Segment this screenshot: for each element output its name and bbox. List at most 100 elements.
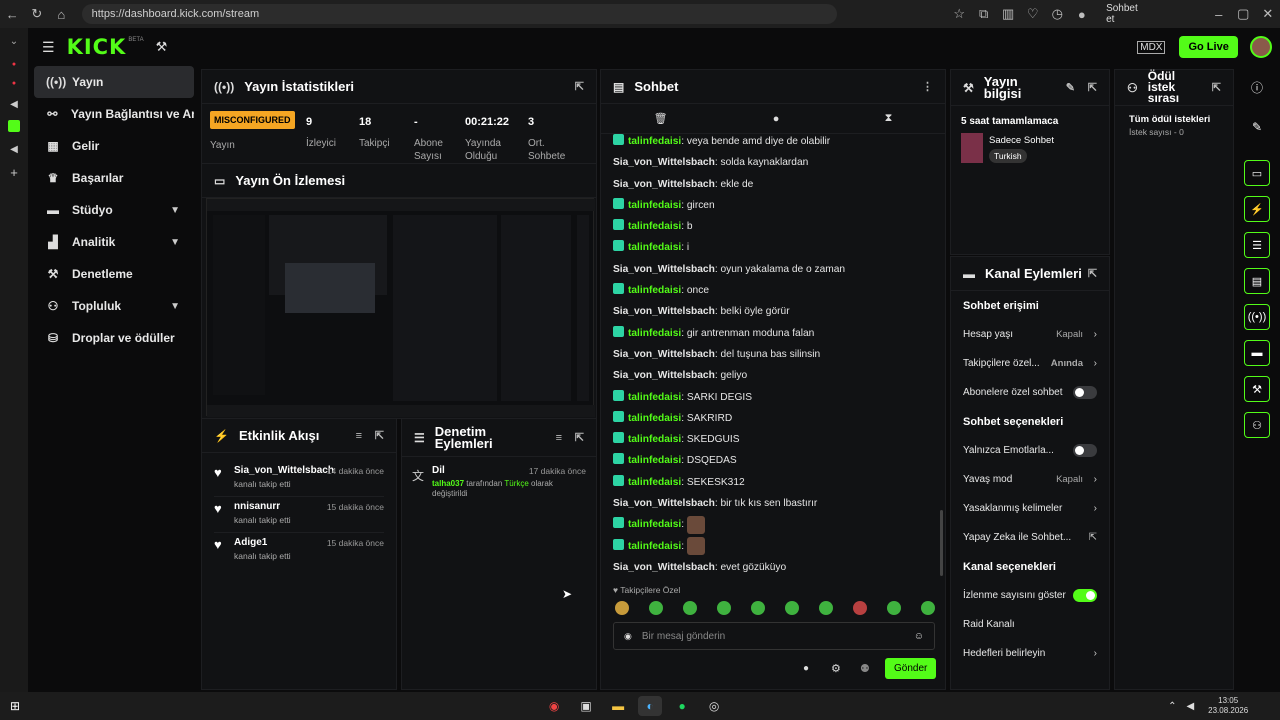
favorites-icon[interactable]: ♡ xyxy=(1020,6,1045,22)
emote[interactable] xyxy=(887,601,901,615)
chat-username[interactable]: Sia_von_Wittelsbach xyxy=(613,306,715,317)
activity-user[interactable]: Adige1 xyxy=(234,537,267,548)
chat-username[interactable]: talinfedaisi xyxy=(628,328,681,339)
chat-input[interactable]: ◉ Bir mesaj gönderin ☺ xyxy=(613,622,935,650)
sidebar-item-denetleme[interactable]: ⚒ Denetleme xyxy=(34,258,194,290)
emoji-icon[interactable]: ☺ xyxy=(914,631,924,642)
chat-username[interactable]: Sia_von_Wittelsbach xyxy=(613,157,715,168)
popout-icon[interactable]: ⇱ xyxy=(575,431,584,444)
chat-username[interactable]: Sia_von_Wittelsbach xyxy=(613,179,715,190)
emotes-only-toggle[interactable] xyxy=(1073,444,1097,457)
chat-username[interactable]: Sia_von_Wittelsbach xyxy=(613,498,715,509)
bot-icon[interactable]: ⚉ xyxy=(860,662,870,675)
speaker-icon[interactable]: ◀ xyxy=(1186,701,1194,712)
chat-username[interactable]: Sia_von_Wittelsbach xyxy=(613,562,715,573)
trash-icon[interactable]: 🗑 xyxy=(654,112,668,125)
show-viewers-toggle[interactable] xyxy=(1073,589,1097,602)
followers-only-setting[interactable]: Takipçilere özel... Anında › xyxy=(951,349,1109,378)
chat-widget-button[interactable]: ▤ xyxy=(1244,268,1270,294)
reload-icon[interactable]: ↻ xyxy=(25,6,50,22)
banned-words-setting[interactable]: Yasaklanmış kelimeler › xyxy=(951,494,1109,523)
goals-setting[interactable]: Hedefleri belirleyin › xyxy=(951,639,1109,668)
address-bar[interactable]: https://dashboard.kick.com/stream xyxy=(81,4,837,24)
chrome-icon[interactable]: ◉ xyxy=(542,696,566,716)
home-icon[interactable]: ⌂ xyxy=(49,7,74,22)
chat-username[interactable]: talinfedaisi xyxy=(628,221,681,232)
ai-chat-setting[interactable]: Yapay Zeka ile Sohbet... ⇱ xyxy=(951,523,1109,552)
history-icon[interactable]: ◷ xyxy=(1045,6,1070,22)
kick-tab-icon[interactable] xyxy=(8,120,20,132)
back-icon[interactable]: ← xyxy=(0,7,25,22)
copilot-button[interactable]: Sohbet et xyxy=(1106,3,1146,25)
popout-icon[interactable]: ⇱ xyxy=(1212,81,1221,94)
send-button[interactable]: Gönder xyxy=(885,658,937,679)
emote[interactable] xyxy=(615,601,629,615)
minimize-icon[interactable]: – xyxy=(1206,7,1231,22)
obs-icon[interactable]: ◎ xyxy=(702,696,726,716)
emote[interactable] xyxy=(717,601,731,615)
speaker-icon[interactable]: ◀ xyxy=(0,144,28,155)
clock[interactable]: 13:05 23.08.2026 xyxy=(1208,696,1248,716)
channel-widget-button[interactable]: ▬ xyxy=(1244,340,1270,366)
emote[interactable] xyxy=(921,601,935,615)
popout-icon[interactable]: ⇱ xyxy=(1088,81,1097,94)
settings-icon[interactable]: ⚙ xyxy=(831,662,841,675)
sidebar-item-yayin[interactable]: ((•)) Yayın xyxy=(34,66,194,98)
chat-username[interactable]: Sia_von_Wittelsbach xyxy=(613,349,715,360)
split-icon[interactable]: ▥ xyxy=(996,6,1021,22)
spotify-icon[interactable]: ● xyxy=(670,696,694,716)
rewards-widget-button[interactable]: ⚇ xyxy=(1244,412,1270,438)
chevron-up-icon[interactable]: ⌃ xyxy=(1168,701,1176,712)
hourglass-icon[interactable]: ⧗ xyxy=(885,112,893,125)
add-tab-icon[interactable]: + xyxy=(0,165,28,180)
emote[interactable] xyxy=(683,601,697,615)
emote[interactable] xyxy=(785,601,799,615)
menu-icon[interactable]: ☰ xyxy=(42,39,55,56)
moderation-widget-button[interactable]: ☰ xyxy=(1244,232,1270,258)
emote[interactable] xyxy=(853,601,867,615)
more-icon[interactable]: ⋮ xyxy=(922,80,933,93)
popout-icon[interactable]: ⇱ xyxy=(1088,267,1097,280)
filter-icon[interactable]: ≡ xyxy=(556,432,562,444)
chat-username[interactable]: talinfedaisi xyxy=(628,413,681,424)
sidebar-item-basarilar[interactable]: ♛ Başarılar xyxy=(34,162,194,194)
profile-icon[interactable]: ● xyxy=(1070,7,1095,22)
kick-logo[interactable]: KICK xyxy=(67,35,127,59)
chat-username[interactable]: talinfedaisi xyxy=(628,136,681,147)
stats-widget-button[interactable]: ▭ xyxy=(1244,160,1270,186)
collapse-icon[interactable]: ⌄ xyxy=(0,36,28,47)
mdx-icon[interactable]: MDX xyxy=(1137,40,1166,54)
activity-widget-button[interactable]: ⚡ xyxy=(1244,196,1270,222)
chat-username[interactable]: talinfedaisi xyxy=(628,455,681,466)
chat-username[interactable]: Sia_von_Wittelsbach xyxy=(613,370,715,381)
chat-username[interactable]: talinfedaisi xyxy=(628,434,681,445)
activity-user[interactable]: Sia_von_Wittelsbach xyxy=(234,465,334,476)
avatar[interactable] xyxy=(1249,36,1272,58)
emote[interactable] xyxy=(751,601,765,615)
edit-icon[interactable]: ✎ xyxy=(1238,120,1276,134)
speaker-icon[interactable]: ◀ xyxy=(0,99,28,110)
preview-video[interactable] xyxy=(206,198,595,417)
windows-icon[interactable]: ⊞ xyxy=(10,699,20,713)
chat-username[interactable]: talinfedaisi xyxy=(628,477,681,488)
chat-username[interactable]: Sia_von_Wittelsbach xyxy=(613,264,715,275)
sidebar-item-analitik[interactable]: ▟ Analitik ▼ xyxy=(34,226,194,258)
edit-icon[interactable]: ✎ xyxy=(1066,81,1075,94)
chat-username[interactable]: talinfedaisi xyxy=(628,242,681,253)
moderation-user[interactable]: talha037 xyxy=(432,479,464,488)
info-icon[interactable]: ⓘ xyxy=(1238,79,1276,96)
folder-icon[interactable]: ▬ xyxy=(606,696,630,716)
sidebar-item-topluluk[interactable]: ⚇ Topluluk ▼ xyxy=(34,290,194,322)
chat-username[interactable]: talinfedaisi xyxy=(628,285,681,296)
account-age-setting[interactable]: Hesap yaşı Kapalı › xyxy=(951,320,1109,349)
chat-bubble-icon[interactable]: ● xyxy=(803,663,809,674)
chat-username[interactable]: talinfedaisi xyxy=(628,392,681,403)
subscribers-only-toggle[interactable] xyxy=(1073,386,1097,399)
broadcast-widget-button[interactable]: ((•)) xyxy=(1244,304,1270,330)
sidebar-item-link[interactable]: ⚯ Yayın Bağlantısı ve Anahtarı xyxy=(34,98,194,130)
emote[interactable] xyxy=(649,601,663,615)
chat-username[interactable]: talinfedaisi xyxy=(628,519,681,530)
category-thumbnail[interactable] xyxy=(961,133,983,163)
slow-mode-setting[interactable]: Yavaş mod Kapalı › xyxy=(951,465,1109,494)
close-icon[interactable]: ✕ xyxy=(1256,6,1280,22)
